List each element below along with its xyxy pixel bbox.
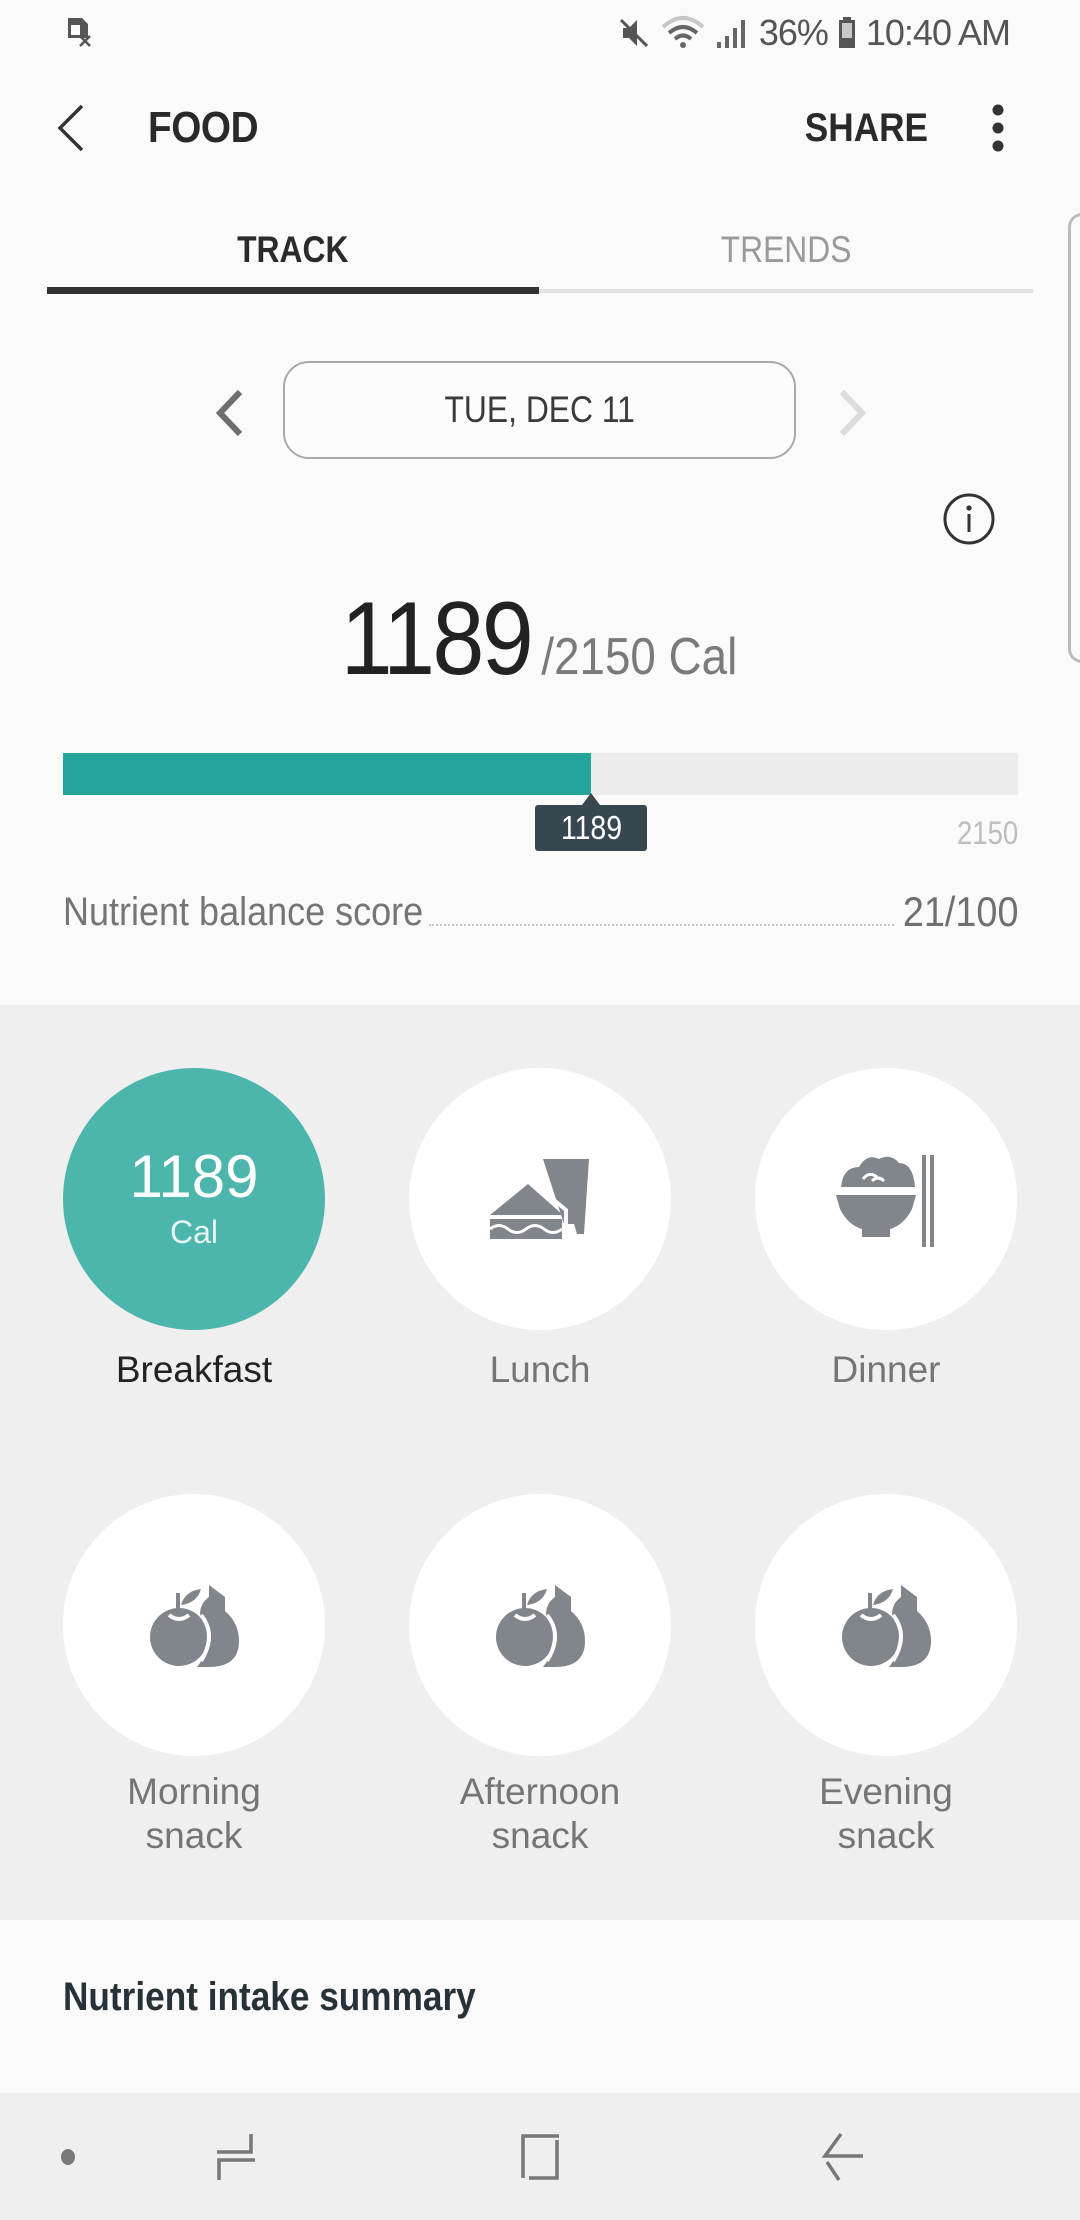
meal-lunch-label: Lunch [489, 1349, 591, 1390]
status-bar: 36% 10:40 AM [0, 0, 1080, 66]
meal-breakfast-button[interactable]: 1189 Cal [63, 1068, 325, 1330]
mute-icon [619, 18, 648, 48]
share-button[interactable]: SHARE [805, 100, 928, 156]
more-vert-icon[interactable] [986, 102, 1010, 154]
calorie-goal-label: 2150 [956, 815, 1018, 851]
back-icon [821, 2132, 863, 2181]
calorie-progress-tooltip: 1189 [535, 793, 647, 851]
battery-percent: 36% [758, 12, 829, 53]
label-line-1: Afternoon [459, 1771, 621, 1812]
meal-breakfast-label: Breakfast [115, 1349, 273, 1390]
nutrient-intake-title: Nutrient intake summary [63, 1975, 476, 2019]
label-line-1: Morning [127, 1771, 261, 1812]
tab-trends[interactable]: TRENDS [539, 210, 1033, 290]
meal-evening-snack-button[interactable] [755, 1494, 1017, 1756]
meal-morning-snack-label: Morning snack [44, 1770, 344, 1858]
nutrient-balance-row[interactable]: Nutrient balance score 21/100 [63, 880, 1018, 944]
calorie-progress-fill [63, 753, 591, 795]
calories-unit: Cal [668, 628, 737, 686]
breakfast-calories: 1189 [129, 1143, 259, 1210]
dotted-leader [429, 924, 894, 926]
rice-bowl-chopsticks-icon [836, 1155, 934, 1247]
meal-dinner-button[interactable] [755, 1068, 1017, 1330]
meal-morning-snack-button[interactable] [63, 1494, 325, 1756]
status-icons: 36% 10:40 AM [617, 8, 1011, 58]
meal-evening-snack-label: Evening snack [736, 1770, 1036, 1858]
label-line-2: snack [837, 1815, 935, 1856]
back-arrow-icon[interactable] [50, 100, 94, 156]
chevron-left-icon[interactable] [212, 388, 246, 438]
meal-lunch-button[interactable] [409, 1068, 671, 1330]
wifi-icon [661, 16, 705, 48]
tab-trends-label: TRENDS [720, 229, 852, 270]
back-button[interactable] [810, 2125, 874, 2189]
fruit-icon [150, 1585, 239, 1667]
no-sim-icon [68, 18, 91, 47]
tooltip-value: 1189 [560, 809, 622, 846]
label-line-1: Evening [819, 1771, 953, 1812]
home-button[interactable] [508, 2125, 572, 2189]
fruit-icon [842, 1585, 931, 1667]
fruit-icon [496, 1585, 585, 1667]
recent-apps-icon [217, 2134, 255, 2180]
status-time: 10:40 AM [865, 12, 1011, 53]
date-label: TUE, DEC 11 [444, 389, 635, 430]
tab-track-label: TRACK [237, 229, 349, 270]
label-line-2: snack [491, 1815, 589, 1856]
nav-dot-button[interactable] [36, 2125, 100, 2189]
recent-apps-button[interactable] [204, 2125, 268, 2189]
calories-goal: /2150 Cal [541, 627, 737, 687]
nutrient-balance-label: Nutrient balance score [63, 889, 424, 934]
battery-icon [838, 17, 855, 48]
chevron-right-icon [839, 389, 867, 437]
meal-dinner-label: Dinner [831, 1349, 941, 1390]
breakfast-calories-unit: Cal [169, 1214, 218, 1250]
calories-goal-value: /2150 [540, 628, 656, 686]
meal-afternoon-snack-button[interactable] [409, 1494, 671, 1756]
nutrient-balance-value: 21/100 [902, 888, 1018, 935]
date-picker-button[interactable]: TUE, DEC 11 [283, 361, 796, 459]
tab-track[interactable]: TRACK [47, 210, 539, 290]
home-icon [521, 2134, 559, 2180]
sandwich-drink-icon [489, 1159, 589, 1239]
calories-consumed: 1189 [340, 581, 533, 697]
meal-afternoon-snack-label: Afternoon snack [390, 1770, 690, 1858]
nav-dot-icon [61, 2149, 75, 2165]
calorie-summary: 1189/2150 Cal [0, 580, 1080, 699]
signal-icon [716, 20, 745, 48]
info-icon[interactable] [942, 492, 996, 546]
page-title: FOOD [148, 103, 259, 152]
label-line-2: snack [145, 1815, 243, 1856]
